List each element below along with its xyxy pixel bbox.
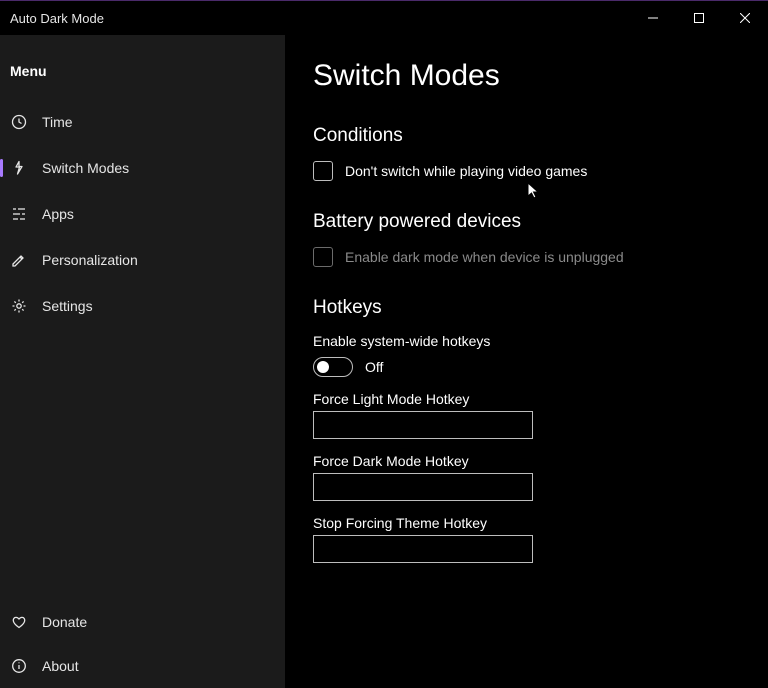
sidebar-item-time[interactable]: Time: [0, 99, 285, 145]
sidebar-item-label: About: [42, 658, 79, 674]
sidebar-item-about[interactable]: About: [0, 644, 285, 688]
app-window: Auto Dark Mode Menu Time: [0, 0, 768, 688]
checkbox-label: Enable dark mode when device is unplugge…: [345, 249, 624, 265]
sidebar-footer: Donate About: [0, 600, 285, 688]
sidebar-item-apps[interactable]: Apps: [0, 191, 285, 237]
sidebar-header: Menu: [0, 41, 285, 99]
sidebar-item-label: Time: [42, 114, 73, 130]
gear-icon: [10, 298, 28, 314]
stop-forcing-label: Stop Forcing Theme Hotkey: [313, 515, 740, 531]
conditions-group: Conditions Don't switch while playing vi…: [313, 125, 740, 181]
sidebar-item-label: Apps: [42, 206, 74, 222]
hotkeys-heading: Hotkeys: [313, 297, 740, 319]
page-title: Switch Modes: [313, 59, 740, 93]
switch-icon: [10, 160, 28, 176]
content-area: Switch Modes Conditions Don't switch whi…: [285, 35, 768, 688]
sidebar-item-label: Personalization: [42, 252, 138, 268]
battery-group: Battery powered devices Enable dark mode…: [313, 211, 740, 267]
maximize-button[interactable]: [676, 1, 722, 35]
sidebar: Menu Time Switch Modes: [0, 35, 285, 688]
conditions-heading: Conditions: [313, 125, 740, 147]
sidebar-item-label: Settings: [42, 298, 93, 314]
minimize-button[interactable]: [630, 1, 676, 35]
info-icon: [10, 658, 28, 674]
enable-hotkeys-toggle[interactable]: [313, 357, 353, 377]
personalization-icon: [10, 252, 28, 268]
hotkeys-group: Hotkeys Enable system-wide hotkeys Off F…: [313, 297, 740, 563]
close-button[interactable]: [722, 1, 768, 35]
sidebar-item-donate[interactable]: Donate: [0, 600, 285, 644]
checkbox-icon: [313, 247, 333, 267]
enable-dark-unplugged-checkbox: Enable dark mode when device is unplugge…: [313, 247, 740, 267]
checkbox-icon: [313, 161, 333, 181]
toggle-state-label: Off: [365, 359, 383, 375]
checkbox-label: Don't switch while playing video games: [345, 163, 587, 179]
dont-switch-gaming-checkbox[interactable]: Don't switch while playing video games: [313, 161, 740, 181]
caption-buttons: [630, 1, 768, 35]
sidebar-item-switch-modes[interactable]: Switch Modes: [0, 145, 285, 191]
titlebar: Auto Dark Mode: [0, 1, 768, 35]
sidebar-item-label: Donate: [42, 614, 87, 630]
heart-icon: [10, 614, 28, 630]
stop-forcing-input[interactable]: [313, 535, 533, 563]
enable-hotkeys-label: Enable system-wide hotkeys: [313, 333, 740, 349]
force-dark-label: Force Dark Mode Hotkey: [313, 453, 740, 469]
force-dark-input[interactable]: [313, 473, 533, 501]
battery-heading: Battery powered devices: [313, 211, 740, 233]
sidebar-item-personalization[interactable]: Personalization: [0, 237, 285, 283]
clock-icon: [10, 114, 28, 130]
window-title: Auto Dark Mode: [10, 11, 104, 26]
sidebar-item-settings[interactable]: Settings: [0, 283, 285, 329]
apps-icon: [10, 206, 28, 222]
sidebar-nav: Time Switch Modes Apps: [0, 99, 285, 329]
force-light-input[interactable]: [313, 411, 533, 439]
force-light-label: Force Light Mode Hotkey: [313, 391, 740, 407]
sidebar-item-label: Switch Modes: [42, 160, 129, 176]
